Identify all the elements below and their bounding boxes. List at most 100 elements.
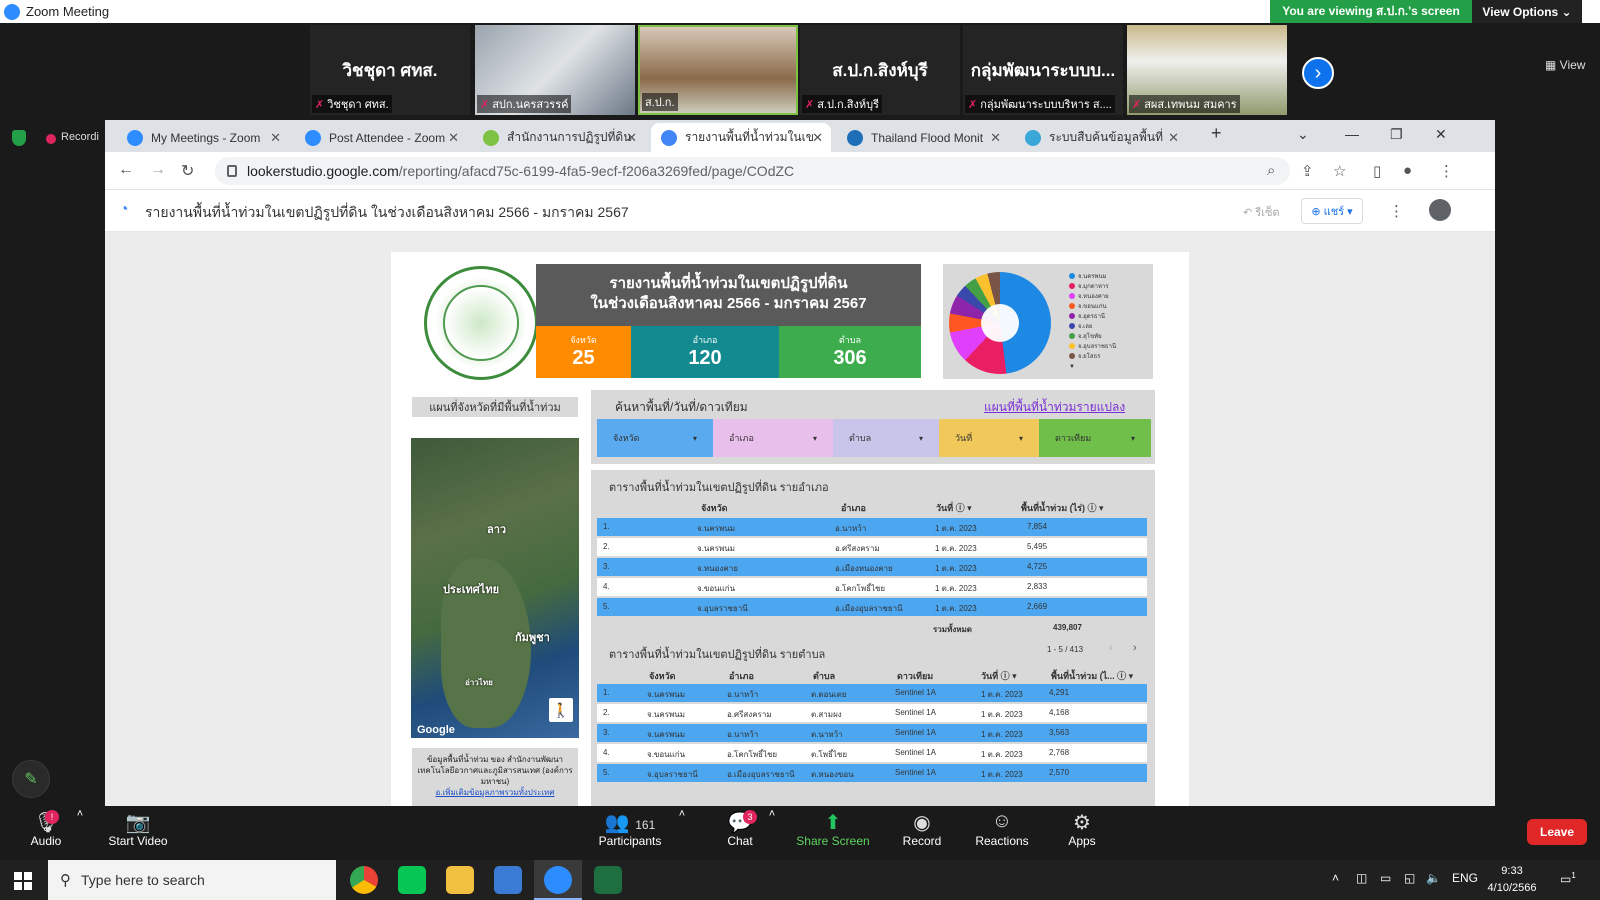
- table-cell: อ.เมืองอุบลราชธานี: [835, 604, 903, 613]
- windows-start-icon[interactable]: [14, 872, 32, 890]
- tab-search-icon[interactable]: ⌄: [1297, 126, 1309, 143]
- participant-strip: วิชชุดา ศทส. ✗ วิชชุดา ศทส. ✗ สปก.นครสวรรค…: [0, 23, 1600, 118]
- close-icon: ✕: [990, 129, 1001, 145]
- audio-options-chevron-icon[interactable]: ˄: [70, 808, 90, 820]
- line-icon[interactable]: [398, 866, 426, 894]
- table-row[interactable]: 2. จ.นครพนม อ.ศรีสงคราม ต.สามผง Sentinel 1A 1…: [597, 704, 1147, 722]
- apps-button[interactable]: ⚙ Apps: [1042, 810, 1122, 848]
- table-row[interactable]: 4. จ.ขอนแก่น อ.โคกโพธิ์ไชย 1 ต.ค. 2023 2,833: [597, 578, 1147, 596]
- shield-icon: [12, 130, 26, 146]
- table-cell: ต.หนองขอน: [811, 770, 854, 779]
- taskbar-search[interactable]: ⚲ Type here to search: [48, 860, 336, 900]
- table-row[interactable]: 5. จ.อุบลราชธานี อ.เมืองอุบลราชธานี ต.หนองข…: [597, 764, 1147, 782]
- more-icon[interactable]: ⋮: [1389, 202, 1404, 220]
- next-page-icon[interactable]: ›: [1133, 642, 1137, 654]
- table-row[interactable]: 3. จ.หนองคาย อ.เมืองหนองคาย 1 ต.ค. 2023 4,72…: [597, 558, 1147, 576]
- view-options-button[interactable]: View Options ⌄: [1472, 0, 1582, 23]
- next-participants-button[interactable]: ›: [1302, 57, 1334, 89]
- browser-tab[interactable]: ระบบสืบค้นข้อมูลพื้นที่ ✕: [1015, 123, 1187, 152]
- subdistrict-filter[interactable]: ตำบล ▾: [833, 419, 939, 457]
- participant-tile[interactable]: ส.ป.ก.: [638, 25, 798, 115]
- participant-tile[interactable]: ✗ สผส.เทพนม สมคาร: [1127, 25, 1287, 115]
- legend-item: จ.ยโสธร: [1069, 352, 1116, 362]
- language-indicator[interactable]: ENG: [1452, 871, 1478, 885]
- browser-tab[interactable]: สำนักงานการปฏิรูปที่ดิน ✕: [473, 123, 645, 152]
- forward-icon[interactable]: →: [150, 161, 166, 179]
- parcel-map-link[interactable]: แผนที่พื้นที่น้ำท่วมรายแปลง: [984, 398, 1125, 417]
- table-row[interactable]: 1. จ.นครพนม อ.นาหว้า 1 ต.ค. 2023 7,854: [597, 518, 1147, 536]
- participants-button[interactable]: 👥 161 Participants: [590, 810, 670, 848]
- taskbar-clock[interactable]: 9:33 4/10/2566: [1482, 863, 1542, 897]
- participant-tile[interactable]: กลุ่มพัฒนาระบบบ... ✗ กลุ่มพัฒนาระบบบริหาร…: [963, 25, 1123, 115]
- menu-icon[interactable]: ⋮: [1439, 162, 1454, 180]
- chrome-icon[interactable]: [350, 866, 378, 894]
- search-app-icon[interactable]: [494, 866, 522, 894]
- close-window-button[interactable]: ✕: [1435, 126, 1447, 143]
- tab-bar: My Meetings - Zoom ✕ Post Attendee - Zoom…: [105, 120, 1495, 152]
- new-tab-button[interactable]: +: [1211, 123, 1222, 144]
- network-icon[interactable]: ▭: [1380, 871, 1391, 885]
- browser-tab[interactable]: My Meetings - Zoom ✕: [117, 123, 289, 152]
- reload-icon[interactable]: ↻: [181, 161, 194, 181]
- view-button[interactable]: ▦ View: [1545, 58, 1585, 72]
- share-screen-button[interactable]: ⬆ Share Screen: [790, 810, 876, 848]
- prev-page-icon[interactable]: ‹: [1109, 642, 1113, 654]
- province-filter[interactable]: จังหวัด ▾: [597, 419, 713, 457]
- zoom-taskbar-icon[interactable]: [544, 866, 572, 894]
- date-filter[interactable]: วันที่ ▾: [939, 419, 1039, 457]
- address-bar[interactable]: lookerstudio.google.com/reporting/afacd7…: [215, 157, 1290, 185]
- area-column-header[interactable]: พื้นที่น้ำท่วม (ไ... ⓘ ▾: [1051, 669, 1133, 683]
- camera-tray-icon[interactable]: ◫: [1356, 871, 1367, 885]
- tray-chevron-icon[interactable]: ˄: [1332, 871, 1339, 885]
- reset-button[interactable]: ↶ รีเซ็ต: [1243, 203, 1280, 221]
- pegman-icon[interactable]: 🚶: [549, 698, 573, 722]
- reactions-button[interactable]: ☺ Reactions: [962, 810, 1042, 848]
- satellite-filter[interactable]: ดาวเทียม ▾: [1039, 419, 1151, 457]
- participant-tile[interactable]: ✗ สปก.นครสวรรค์: [475, 25, 635, 115]
- area-column-header[interactable]: พื้นที่น้ำท่วม (ไร่) ⓘ ▾: [1021, 501, 1104, 515]
- date-column-header[interactable]: วันที่ ⓘ ▾: [981, 669, 1017, 683]
- chat-options-chevron-icon[interactable]: ˄: [762, 808, 782, 820]
- zoom-icon[interactable]: ⌕: [1267, 162, 1275, 179]
- star-icon[interactable]: ☆: [1333, 162, 1346, 180]
- excel-icon[interactable]: [594, 866, 622, 894]
- participant-tile[interactable]: วิชชุดา ศทส. ✗ วิชชุดา ศทส.: [310, 25, 470, 115]
- participants-options-chevron-icon[interactable]: ˄: [672, 808, 692, 820]
- browser-tab-active[interactable]: รายงานพื้นที่น้ำท่วมในเข ✕: [651, 123, 831, 152]
- table-row[interactable]: 3. จ.นครพนม อ.นาหว้า ต.นาหว้า Sentinel 1A 1 ต…: [597, 724, 1147, 742]
- profile-icon[interactable]: ●: [1403, 162, 1412, 179]
- district-filter[interactable]: อำเภอ ▾: [713, 419, 833, 457]
- table-row[interactable]: 1. จ.นครพนม อ.นาหว้า ต.ดอนเตย Sentinel 1A 1 ต…: [597, 684, 1147, 702]
- district-table-title: ตารางพื้นที่น้ำท่วมในเขตปฏิรูปที่ดิน ราย…: [609, 482, 829, 494]
- browser-tab[interactable]: Thailand Flood Monit ✕: [837, 123, 1009, 152]
- date-column-header[interactable]: วันที่ ⓘ ▾: [936, 501, 972, 515]
- participant-tile[interactable]: ส.ป.ก.สิงห์บุรี ✗ ส.ป.ก.สิงห์บุรี: [800, 25, 960, 115]
- share-button[interactable]: ⊕ แชร์ ▾: [1301, 198, 1363, 224]
- flood-map[interactable]: ลาว ประเทศไทย กัมพูชา อ่าวไทย 🚶 Google: [411, 438, 579, 738]
- table-cell: 4,291: [1049, 688, 1070, 697]
- address-row: ← → ↻ lookerstudio.google.com/reporting/…: [105, 152, 1495, 190]
- sidepanel-icon[interactable]: ▯: [1373, 162, 1381, 180]
- table-row[interactable]: 2. จ.นครพนม อ.ศรีสงคราม 1 ต.ค. 2023 5,495: [597, 538, 1147, 556]
- annotate-pencil-icon[interactable]: ✎: [12, 760, 50, 798]
- report-header: ◔ รายงานพื้นที่น้ำท่วมในเขตปฏิรูปที่ดิน …: [105, 190, 1495, 232]
- wifi-icon[interactable]: ◱: [1404, 871, 1415, 885]
- table-row[interactable]: 5. จ.อุบลราชธานี อ.เมืองอุบลราชธานี 1 ต.ค. …: [597, 598, 1147, 616]
- start-video-button[interactable]: 📷 Start Video: [98, 810, 178, 848]
- browser-tab[interactable]: Post Attendee - Zoom ✕: [295, 123, 467, 152]
- table-cell: 2.: [603, 708, 610, 717]
- avatar[interactable]: [1429, 199, 1451, 221]
- info-link[interactable]: อ.เพิ่มเติมข้อมูลภาพรวมทั้งประเทศ: [412, 787, 578, 798]
- table-cell: จ.นครพนม: [697, 524, 736, 533]
- volume-icon[interactable]: 🔈: [1426, 871, 1441, 885]
- back-icon[interactable]: ←: [118, 161, 134, 179]
- record-button[interactable]: ◉ Record: [882, 810, 962, 848]
- restore-button[interactable]: ❐: [1390, 126, 1403, 143]
- leave-button[interactable]: Leave: [1527, 819, 1587, 845]
- file-explorer-icon[interactable]: [446, 866, 474, 894]
- notification-icon[interactable]: ▭1: [1560, 871, 1576, 886]
- table-row[interactable]: 4. จ.ขอนแก่น อ.โคกโพธิ์ไชย ต.โพธิ์ไชย Sentin…: [597, 744, 1147, 762]
- share-icon[interactable]: ⇪: [1301, 162, 1314, 180]
- minimize-button[interactable]: —: [1345, 126, 1359, 142]
- legend-more-icon[interactable]: ▼: [1069, 362, 1116, 372]
